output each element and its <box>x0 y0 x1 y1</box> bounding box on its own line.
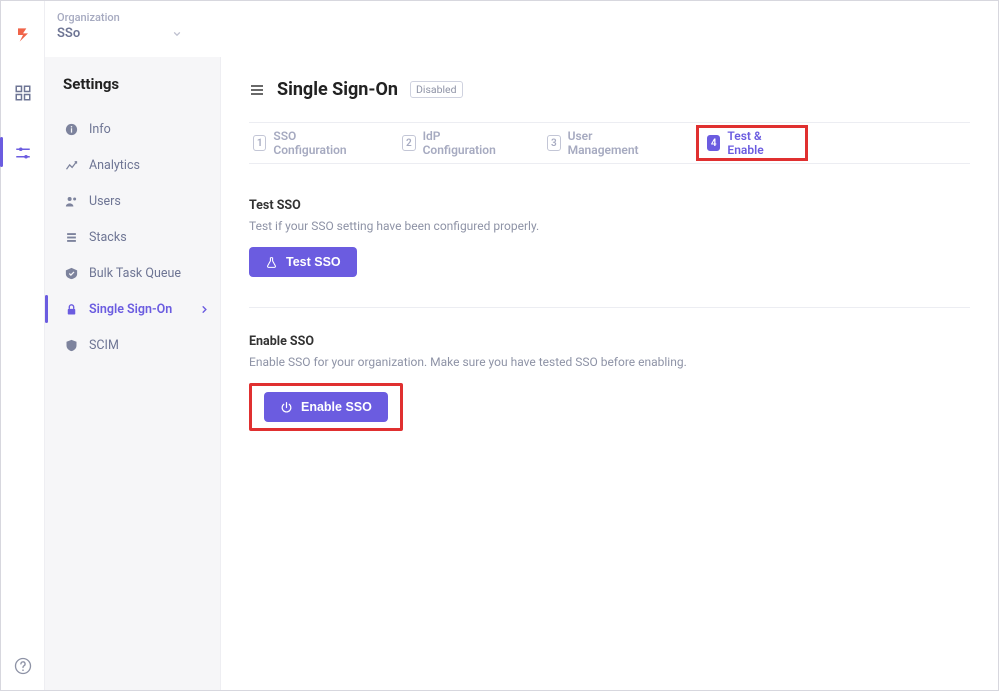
shield-icon <box>63 337 79 353</box>
nav-rail <box>1 1 45 690</box>
test-sso-section: Test SSO Test if your SSO setting have b… <box>249 164 970 277</box>
org-value: SSo <box>57 26 80 41</box>
step-user-management[interactable]: 3 User Management <box>547 123 648 163</box>
settings-sidebar: Settings Info Analytics Users Stacks <box>45 57 221 690</box>
menu-icon[interactable] <box>249 82 265 98</box>
power-icon <box>280 401 293 414</box>
info-icon <box>63 121 79 137</box>
page-title: Single Sign-On <box>277 79 398 100</box>
stacks-icon <box>63 229 79 245</box>
sidebar-item-analytics[interactable]: Analytics <box>61 147 220 183</box>
flask-icon <box>265 256 278 269</box>
step-label: Test & Enable <box>727 129 787 157</box>
org-label: Organization <box>57 11 184 24</box>
step-label: SSO Configuration <box>273 129 354 157</box>
enable-sso-button[interactable]: Enable SSO <box>264 392 388 422</box>
sidebar-item-info[interactable]: Info <box>61 111 220 147</box>
enable-sso-desc: Enable SSO for your organization. Make s… <box>249 355 970 369</box>
lock-icon <box>63 301 79 317</box>
rail-dashboard[interactable] <box>11 81 35 105</box>
task-queue-icon <box>63 265 79 281</box>
sidebar-item-label: Bulk Task Queue <box>89 266 181 281</box>
sidebar-item-bulk-task-queue[interactable]: Bulk Task Queue <box>61 255 220 291</box>
topbar: Organization SSo <box>45 1 998 57</box>
test-sso-title: Test SSO <box>249 198 970 213</box>
test-sso-button[interactable]: Test SSO <box>249 247 357 277</box>
chevron-down-icon <box>172 29 182 39</box>
org-block: Organization SSo <box>55 11 184 43</box>
sidebar-item-label: Analytics <box>89 158 140 173</box>
step-number: 3 <box>547 135 560 151</box>
step-number: 2 <box>402 135 415 151</box>
sliders-icon <box>14 144 32 162</box>
step-sso-configuration[interactable]: 1 SSO Configuration <box>253 123 354 163</box>
steps-bar: 1 SSO Configuration 2 IdP Configuration … <box>249 122 970 164</box>
sidebar-title: Settings <box>61 75 220 93</box>
sidebar-item-label: Info <box>89 122 111 137</box>
chevron-right-icon <box>199 304 210 315</box>
step-number: 4 <box>707 135 720 151</box>
help-icon <box>13 656 33 676</box>
step-test-and-enable[interactable]: 4 Test & Enable <box>707 128 787 158</box>
sidebar-item-label: Users <box>89 194 121 209</box>
test-sso-desc: Test if your SSO setting have been confi… <box>249 219 970 233</box>
step-idp-configuration[interactable]: 2 IdP Configuration <box>402 123 499 163</box>
sidebar-item-scim[interactable]: SCIM <box>61 327 220 363</box>
main-column: Organization SSo Settings Info <box>45 1 998 690</box>
analytics-icon <box>63 157 79 173</box>
body-row: Settings Info Analytics Users Stacks <box>45 57 998 690</box>
sidebar-item-users[interactable]: Users <box>61 183 220 219</box>
step-label: User Management <box>568 129 648 157</box>
rail-settings[interactable] <box>11 141 35 165</box>
content: Single Sign-On Disabled 1 SSO Configurat… <box>221 57 998 690</box>
sidebar-item-label: SCIM <box>89 338 119 353</box>
button-label: Test SSO <box>286 255 341 269</box>
step-number: 1 <box>253 135 266 151</box>
sidebar-item-stacks[interactable]: Stacks <box>61 219 220 255</box>
org-select[interactable]: SSo <box>55 24 184 43</box>
sidebar-item-single-sign-on[interactable]: Single Sign-On <box>61 291 220 327</box>
page-header: Single Sign-On Disabled <box>249 79 970 100</box>
enable-sso-title: Enable SSO <box>249 334 970 349</box>
dashboard-icon <box>14 84 32 102</box>
button-label: Enable SSO <box>301 400 372 414</box>
step-label: IdP Configuration <box>423 129 500 157</box>
logo-icon <box>13 25 33 45</box>
users-icon <box>63 193 79 209</box>
enable-highlight-box: Enable SSO <box>249 383 403 431</box>
status-badge: Disabled <box>410 81 463 98</box>
rail-help[interactable] <box>13 656 33 676</box>
sidebar-item-label: Single Sign-On <box>89 302 172 317</box>
enable-sso-section: Enable SSO Enable SSO for your organizat… <box>249 308 970 431</box>
sidebar-item-label: Stacks <box>89 230 127 245</box>
app-frame: Organization SSo Settings Info <box>0 0 999 691</box>
step-highlight-box: 4 Test & Enable <box>696 125 808 161</box>
